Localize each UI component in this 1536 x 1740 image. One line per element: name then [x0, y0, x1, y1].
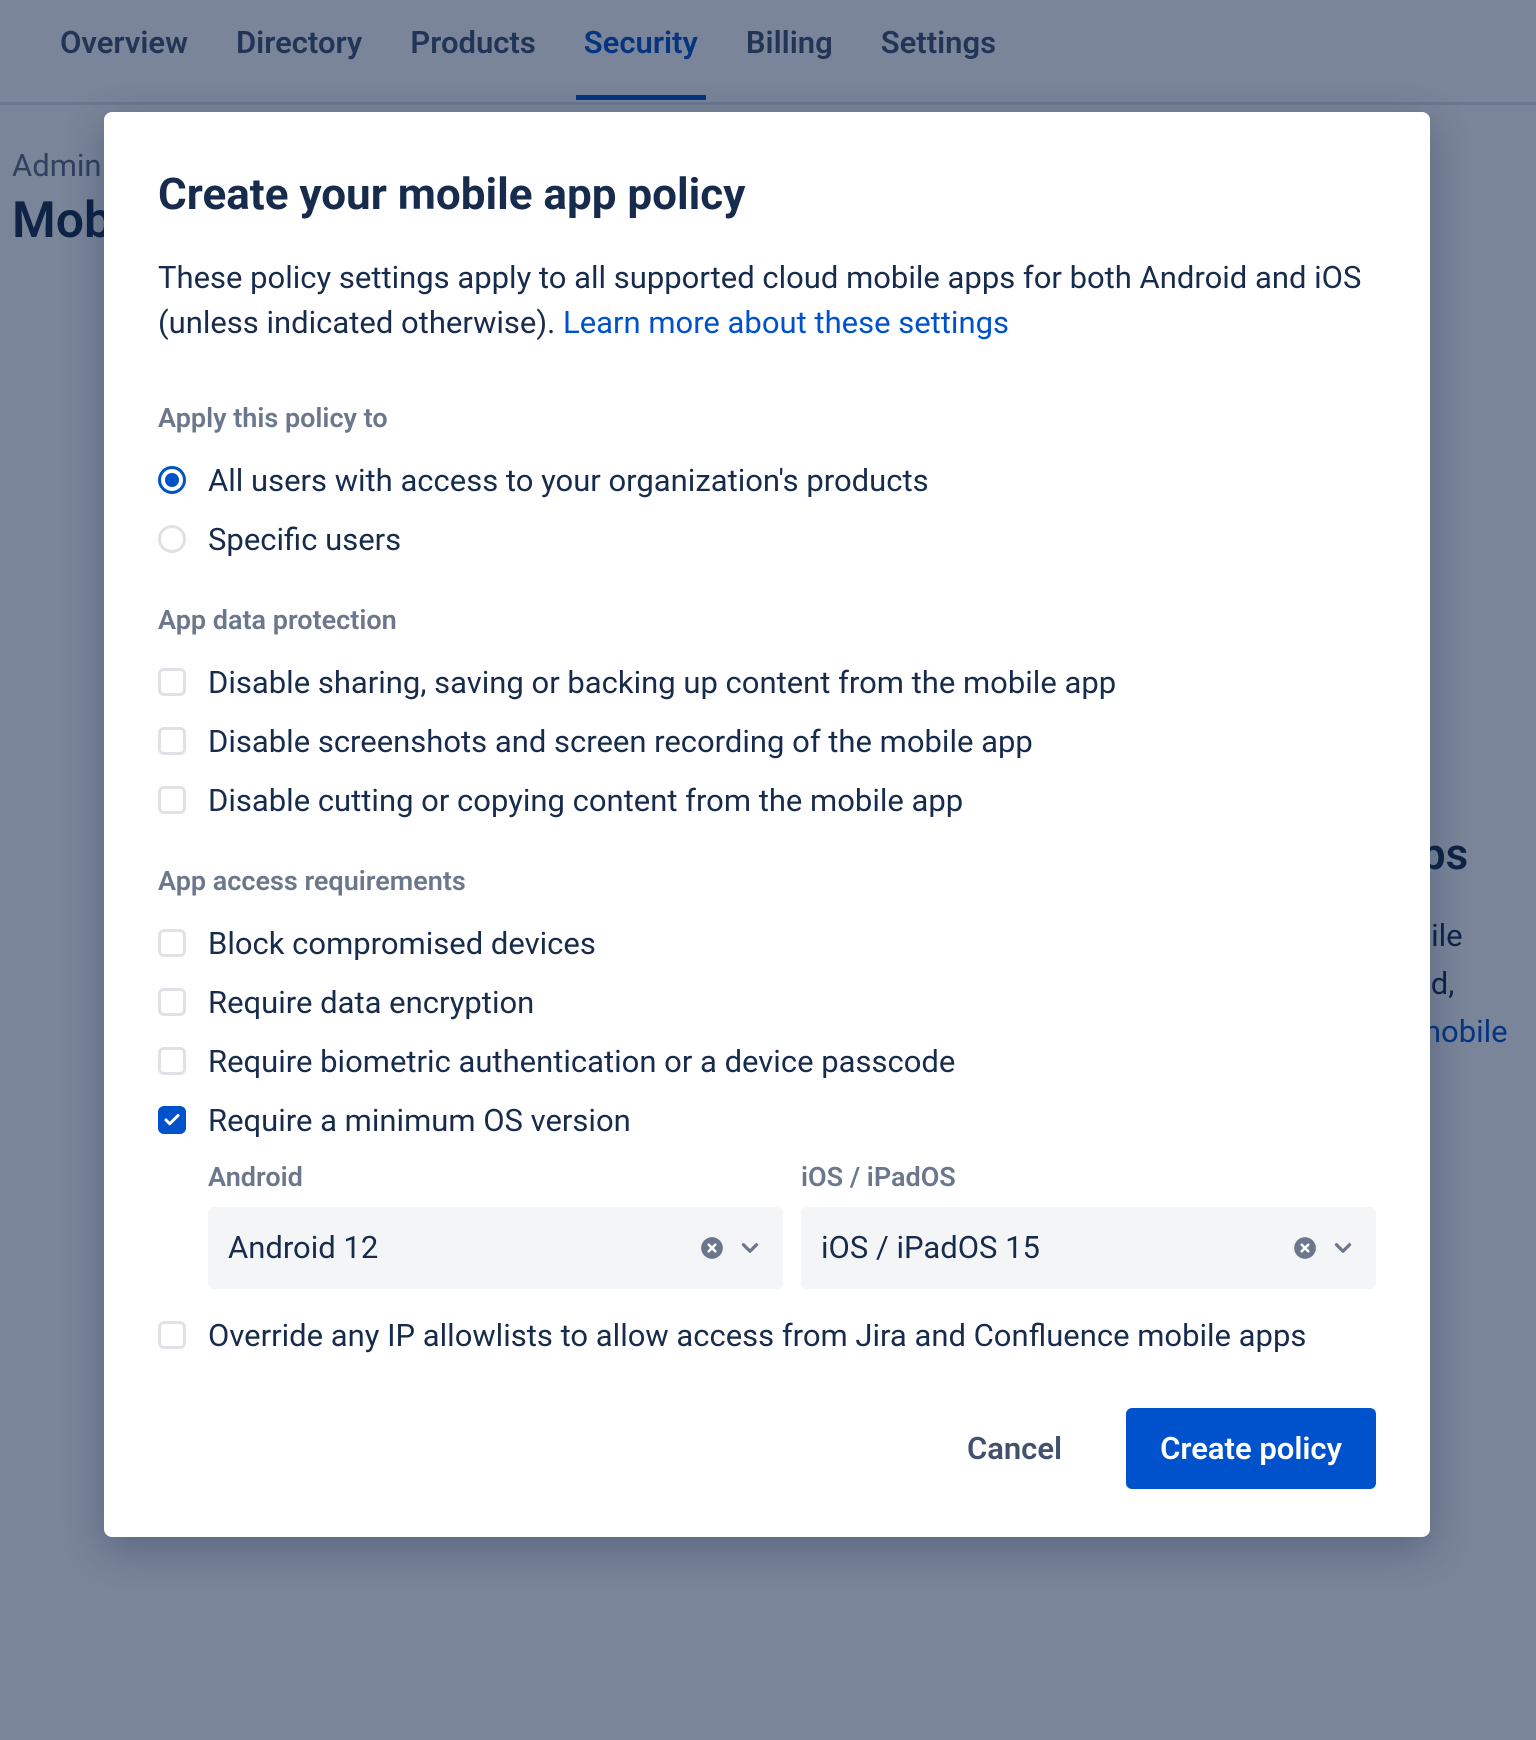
radio-all-users[interactable]	[158, 466, 186, 494]
checkbox-disable-screenshots[interactable]	[158, 727, 186, 755]
android-select-value: Android 12	[228, 1229, 687, 1266]
learn-more-link[interactable]: Learn more about these settings	[563, 304, 1009, 341]
check-icon	[163, 1111, 181, 1129]
radio-specific-users-label: Specific users	[208, 521, 401, 558]
checkbox-block-compromised-label: Block compromised devices	[208, 925, 596, 962]
chevron-down-icon[interactable]	[1330, 1235, 1356, 1261]
apply-to-label: Apply this policy to	[158, 402, 1376, 434]
checkbox-override-ip-label: Override any IP allowlists to allow acce…	[208, 1317, 1306, 1354]
ios-select[interactable]: iOS / iPadOS 15	[801, 1207, 1376, 1289]
create-policy-button[interactable]: Create policy	[1126, 1408, 1376, 1489]
checkbox-require-biometric[interactable]	[158, 1047, 186, 1075]
clear-icon[interactable]	[1292, 1235, 1318, 1261]
checkbox-disable-copy[interactable]	[158, 786, 186, 814]
create-mobile-policy-modal: Create your mobile app policy These poli…	[104, 112, 1430, 1537]
checkbox-require-encryption-label: Require data encryption	[208, 984, 534, 1021]
radio-specific-users[interactable]	[158, 525, 186, 553]
checkbox-require-min-os[interactable]	[158, 1106, 186, 1134]
checkbox-disable-sharing[interactable]	[158, 668, 186, 696]
checkbox-require-encryption[interactable]	[158, 988, 186, 1016]
chevron-down-icon[interactable]	[737, 1235, 763, 1261]
ios-select-value: iOS / iPadOS 15	[821, 1229, 1280, 1266]
checkbox-override-ip[interactable]	[158, 1321, 186, 1349]
checkbox-disable-copy-label: Disable cutting or copying content from …	[208, 782, 963, 819]
clear-icon[interactable]	[699, 1235, 725, 1261]
checkbox-disable-screenshots-label: Disable screenshots and screen recording…	[208, 723, 1033, 760]
data-protection-label: App data protection	[158, 604, 1376, 636]
cancel-button[interactable]: Cancel	[933, 1408, 1096, 1489]
radio-all-users-label: All users with access to your organizati…	[208, 462, 929, 499]
checkbox-block-compromised[interactable]	[158, 929, 186, 957]
modal-title: Create your mobile app policy	[158, 168, 1376, 220]
modal-description: These policy settings apply to all suppo…	[158, 256, 1376, 346]
android-select[interactable]: Android 12	[208, 1207, 783, 1289]
access-reqs-label: App access requirements	[158, 865, 1376, 897]
ios-select-label: iOS / iPadOS	[801, 1161, 1376, 1193]
checkbox-require-biometric-label: Require biometric authentication or a de…	[208, 1043, 955, 1080]
checkbox-disable-sharing-label: Disable sharing, saving or backing up co…	[208, 664, 1116, 701]
android-select-label: Android	[208, 1161, 783, 1193]
checkbox-require-min-os-label: Require a minimum OS version	[208, 1102, 631, 1139]
